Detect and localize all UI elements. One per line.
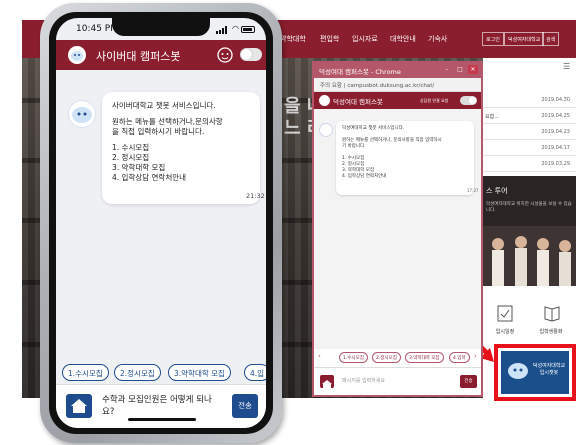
send-button[interactable]: 전송 (232, 394, 258, 418)
home-button[interactable] (66, 394, 92, 418)
screenshot-stage: 약학대학 편입학 입시자료 대학안내 기숙사 로그인 덕성여자대학교 검색 을 … (0, 0, 576, 445)
students-photo (483, 226, 576, 286)
popup-chat-title: 덕성여대 캠퍼스봇 (333, 98, 383, 106)
popup-bot-avatar (319, 123, 333, 137)
home-indicator (128, 418, 196, 421)
popup-chip-counseling[interactable]: 4.입학 (449, 352, 470, 363)
chat-title: 사이버대 캠퍼스봇 (96, 50, 181, 63)
agent-toggle[interactable] (240, 48, 262, 61)
campus-tour-title: 스 투어 (486, 187, 508, 195)
admission-schedule-tile[interactable]: 입시일정 (485, 298, 525, 344)
message-input[interactable]: 수학과 모집인원은 어떻게 되나요? (102, 394, 222, 418)
agent-face-icon[interactable] (216, 46, 234, 64)
chat-input-bar: 수학과 모집인원은 어떻게 되나요? 전송 (56, 384, 266, 428)
notice-row[interactable]: 2019.03.29 (483, 158, 576, 172)
login-button[interactable]: 로그인 (482, 32, 504, 46)
popup-chip-pharmacy[interactable]: 3.약학대학 모집 (405, 352, 444, 363)
nav-item-admissions-data[interactable]: 입시자료 (352, 34, 378, 44)
battery-icon (241, 26, 255, 33)
home-icon (71, 399, 87, 413)
status-icons: ◠ (216, 25, 256, 34)
popup-quick-replies: ‹ 1.수시모집 2.정시모집 3.약학대학 모집 4.입학 › (317, 352, 480, 364)
admission-life-tile[interactable]: 입학생활화 (531, 298, 571, 344)
notice-row[interactable]: 요합... 2019.04.25 (483, 110, 576, 124)
maximize-icon[interactable]: □ (455, 65, 465, 74)
chip-counseling[interactable]: 4.입 (244, 364, 266, 381)
campus-tour-subtitle: 덕성여자대학교 위치한 시설물을 보실 수 있습니다. (486, 202, 572, 213)
notice-row[interactable]: 2019.04.30 (483, 94, 576, 108)
popup-chip-early-admission[interactable]: 1.수시모집 (339, 352, 368, 363)
popup-bot-message: 덕성여대학교 챗봇 서비스입니다. 원하는 메뉴를 선택하거나, 문의사항을 직… (336, 121, 474, 195)
phone-mockup: 10:45 PM ◠ 사이버대 캠퍼스봇 사이버대학교 챗봇 서비스입니다. 원… (40, 3, 282, 443)
message-line: 1. 수시모집 (112, 143, 150, 152)
chat-messages: 사이버대학교 챗봇 서비스입니다. 원하는 메뉴를 선택하거나,문의사항 을 직… (56, 70, 266, 362)
phone-notch (112, 18, 210, 36)
chatbot-launcher-label: 덕성여자대학교 입시챗봇 (532, 363, 566, 376)
message-line: 2. 정시모집 (112, 153, 150, 162)
phone-screen: 10:45 PM ◠ 사이버대 캠퍼스봇 사이버대학교 챗봇 서비스입니다. 원… (56, 18, 266, 428)
chevron-right-icon[interactable]: › (474, 352, 477, 360)
menu-icon[interactable]: ☰ (563, 62, 570, 71)
message-line: 4. 입학상담 연락처안내 (112, 173, 187, 182)
popup-chip-regular-admission[interactable]: 2.정시모집 (372, 352, 401, 363)
nav-item-dormitory[interactable]: 기숙사 (428, 34, 447, 44)
message-line: 사이버대학교 챗봇 서비스입니다. (112, 101, 216, 110)
popup-chat-header: 덕성여대 캠퍼스봇 상담원 연결 요청 (314, 92, 481, 109)
popup-home-button[interactable] (320, 375, 334, 388)
campus-tour-banner[interactable]: 스 투어 덕성여자대학교 위치한 시설물을 보실 수 있습니다. (483, 176, 576, 286)
chrome-popup-window: 덕성여대 캠퍼스봇 - Chrome – □ ✕ 주의 요함 | campusb… (312, 61, 483, 397)
notice-row[interactable]: 2019.04.23 (483, 126, 576, 140)
search-button[interactable]: 검색 (542, 32, 560, 46)
chatbot-launcher-button[interactable]: 덕성여자대학교 입시챗봇 (501, 351, 569, 394)
chat-header: 사이버대 캠퍼스봇 (56, 40, 266, 70)
signal-icon (216, 26, 230, 34)
nav-item-transfer[interactable]: 편입학 (320, 34, 339, 44)
agent-request-label: 상담원 연결 요청 (420, 98, 449, 103)
message-line: 3. 약학대학 모집 (112, 163, 166, 172)
chip-early-admission[interactable]: 1.수시모집 (62, 364, 109, 381)
message-line: 원하는 메뉴를 선택하거나,문의사항 (112, 117, 223, 126)
agent-request-toggle[interactable] (460, 96, 477, 105)
chatbot-logo-icon (508, 363, 528, 379)
close-icon[interactable]: ✕ (468, 65, 478, 74)
chevron-left-icon[interactable]: ‹ (318, 352, 321, 360)
bot-avatar (68, 100, 96, 128)
popup-send-button[interactable]: 전송 (460, 375, 477, 388)
popup-address-bar[interactable]: 주의 요함 | campusbot.duksung.ac.kr/chat/ (314, 78, 481, 92)
popup-logo-icon (319, 95, 330, 106)
popup-titlebar[interactable]: 덕성여대 캠퍼스봇 - Chrome – □ ✕ (314, 63, 481, 78)
status-time: 10:45 PM (76, 24, 118, 34)
popup-window-title: 덕성여대 캠퍼스봇 - Chrome (319, 68, 401, 76)
popup-message-time: 17:27 (467, 188, 479, 193)
wifi-icon: ◠ (232, 24, 239, 33)
message-line: 을 직접 입력하시기 바랍니다. (112, 127, 205, 136)
quick-reply-chips: 1.수시모집 2.정시모집 3.약학대학 모집 4.입 (56, 364, 266, 382)
popup-input-bar: 메시지를 입력하세요 전송 (314, 367, 481, 395)
book-icon (544, 306, 560, 322)
bot-message-bubble: 사이버대학교 챗봇 서비스입니다. 원하는 메뉴를 선택하거나,문의사항 을 직… (102, 92, 260, 204)
popup-chat-area: 덕성여대학교 챗봇 서비스입니다. 원하는 메뉴를 선택하거나, 문의사항을 직… (314, 109, 481, 349)
university-link-button[interactable]: 덕성여자대학교 (504, 32, 545, 46)
chatbot-logo-icon (68, 46, 86, 64)
nav-item-about[interactable]: 대학안내 (390, 34, 416, 44)
minimize-icon[interactable]: – (442, 65, 452, 74)
chip-pharmacy-admission[interactable]: 3.약학대학 모집 (168, 364, 231, 381)
popup-url-text: 주의 요함 | campusbot.duksung.ac.kr/chat/ (320, 83, 435, 89)
chatbot-launcher-highlight: 덕성여자대학교 입시챗봇 (494, 344, 576, 401)
notice-row[interactable]: 2019.04.17 (483, 142, 576, 156)
admission-schedule-label: 입시일정 (495, 329, 515, 335)
calendar-check-icon (497, 305, 513, 322)
admission-life-label: 입학생활화 (539, 329, 563, 335)
home-icon (322, 380, 332, 388)
chip-regular-admission[interactable]: 2.정시모집 (114, 364, 161, 381)
popup-message-input[interactable]: 메시지를 입력하세요 (342, 377, 385, 384)
message-time: 21:32 (246, 192, 265, 200)
nav-item-pharmacy[interactable]: 약학대학 (280, 34, 306, 44)
